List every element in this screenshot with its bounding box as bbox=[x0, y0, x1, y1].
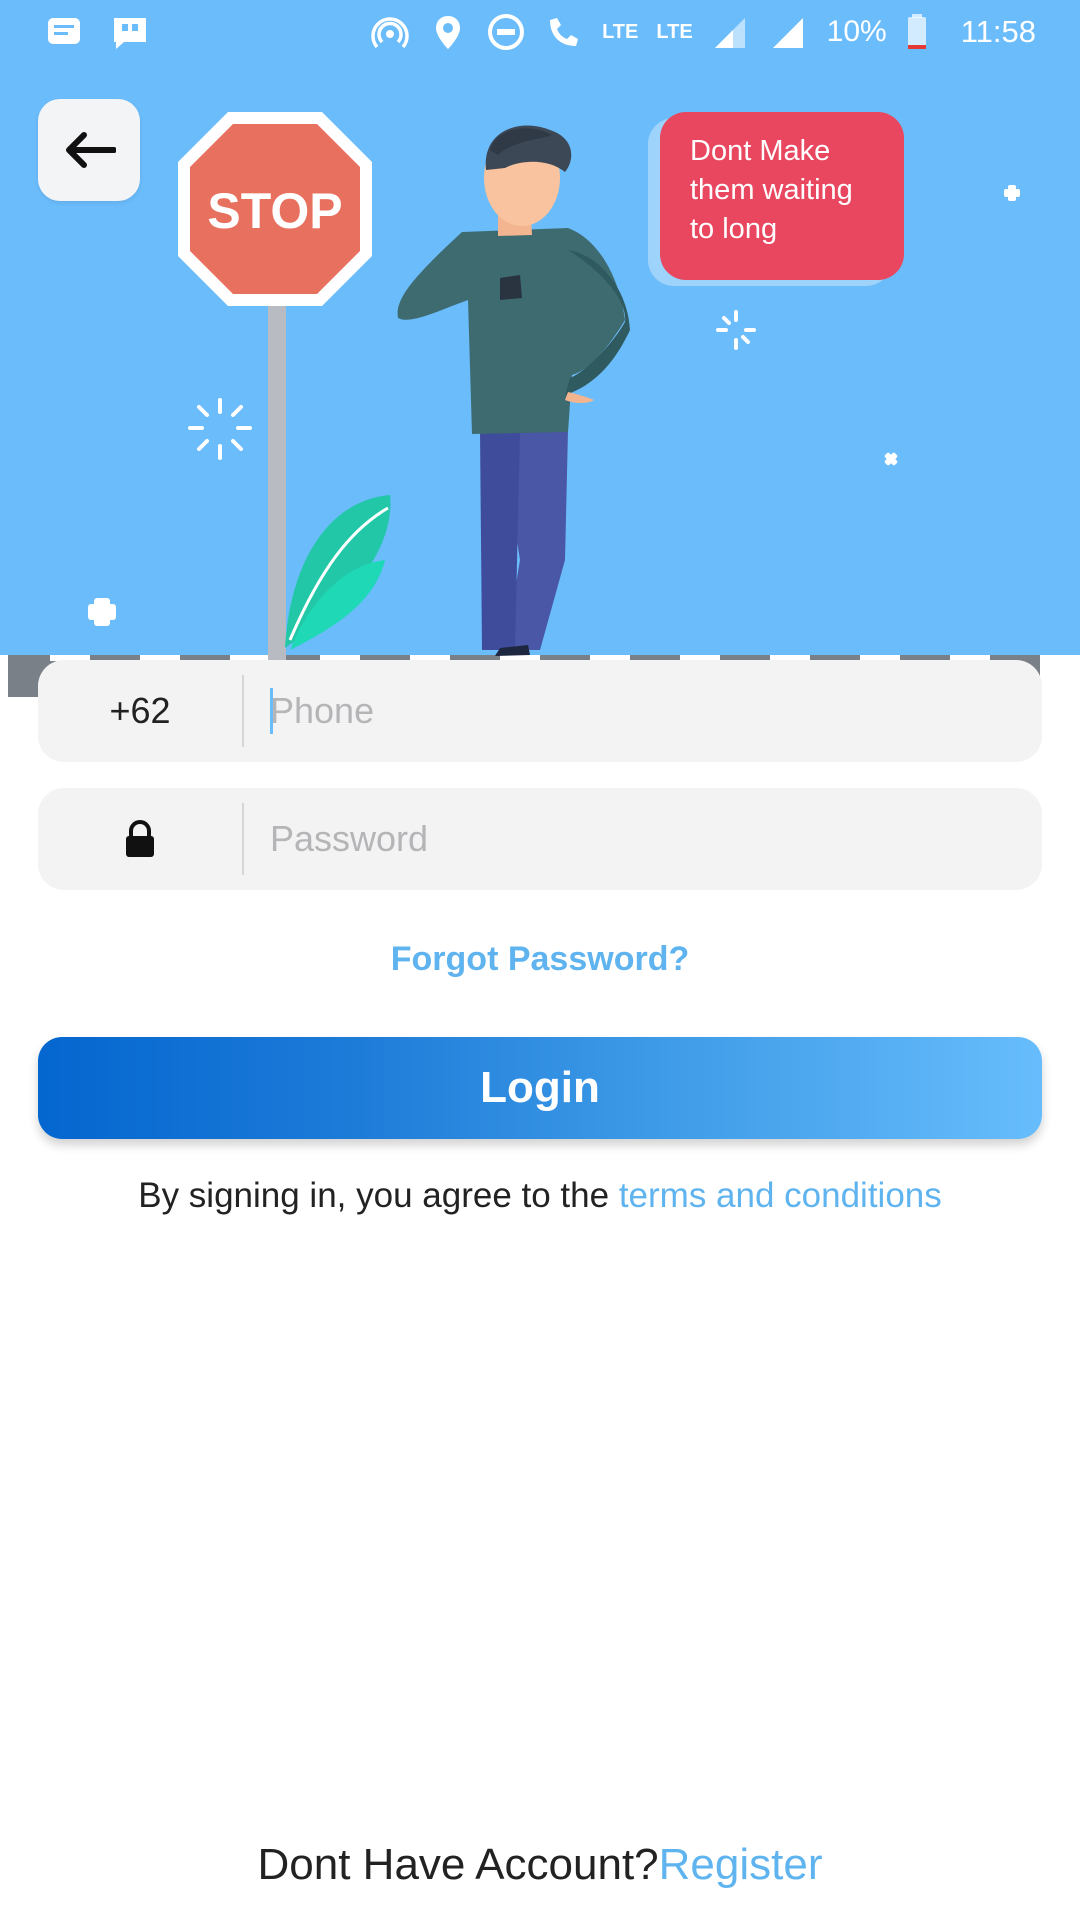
illustration-svg: STOP bbox=[0, 112, 1080, 697]
phone-input[interactable] bbox=[244, 660, 1042, 762]
signal-icon bbox=[714, 18, 745, 48]
forgot-password-link[interactable]: Forgot Password? bbox=[0, 940, 1080, 979]
phone-field[interactable]: +62 bbox=[38, 660, 1042, 762]
terms-prefix: By signing in, you agree to the bbox=[138, 1176, 619, 1215]
status-bar: LTE LTE 10% 11:58 bbox=[0, 0, 1080, 64]
terms-link[interactable]: terms and conditions bbox=[619, 1176, 942, 1215]
speech-bubble-line: them waiting bbox=[690, 174, 853, 206]
lock-icon-container bbox=[38, 788, 242, 890]
register-link[interactable]: Register bbox=[659, 1840, 823, 1889]
register-row: Dont Have Account?Register bbox=[0, 1840, 1080, 1890]
battery-percent: 10% bbox=[826, 15, 887, 48]
sign-pole bbox=[268, 300, 286, 660]
message-icon bbox=[48, 18, 80, 44]
lock-icon bbox=[126, 820, 154, 857]
clock: 11:58 bbox=[960, 14, 1036, 49]
no-account-text: Dont Have Account? bbox=[257, 1840, 659, 1889]
dnd-icon bbox=[488, 14, 525, 50]
back-button[interactable] bbox=[38, 99, 140, 201]
password-input[interactable] bbox=[244, 788, 1042, 890]
country-code[interactable]: +62 bbox=[38, 660, 242, 762]
stop-sign-text: STOP bbox=[207, 183, 342, 239]
person-illustration bbox=[397, 125, 630, 656]
quote-icon bbox=[114, 18, 146, 49]
lte-label: LTE bbox=[656, 20, 693, 43]
wifi-call-icon bbox=[550, 18, 579, 46]
hero-illustration: STOP Dont Make them waiting to long bbox=[0, 0, 1080, 697]
location-icon bbox=[436, 16, 461, 49]
text-caret bbox=[270, 688, 273, 734]
login-button[interactable]: Login bbox=[38, 1037, 1042, 1139]
back-arrow-icon bbox=[66, 132, 116, 168]
battery-icon bbox=[907, 14, 926, 49]
signal-icon bbox=[772, 18, 803, 48]
password-field[interactable] bbox=[38, 788, 1042, 890]
speech-bubble-line: to long bbox=[690, 213, 778, 245]
terms-text: By signing in, you agree to the terms an… bbox=[0, 1176, 1080, 1216]
speech-bubble: Dont Make them waiting to long bbox=[660, 112, 904, 280]
hotspot-icon bbox=[371, 17, 409, 49]
lte-small-label: LTE bbox=[602, 20, 639, 43]
speech-bubble-line: Dont Make bbox=[690, 135, 831, 167]
